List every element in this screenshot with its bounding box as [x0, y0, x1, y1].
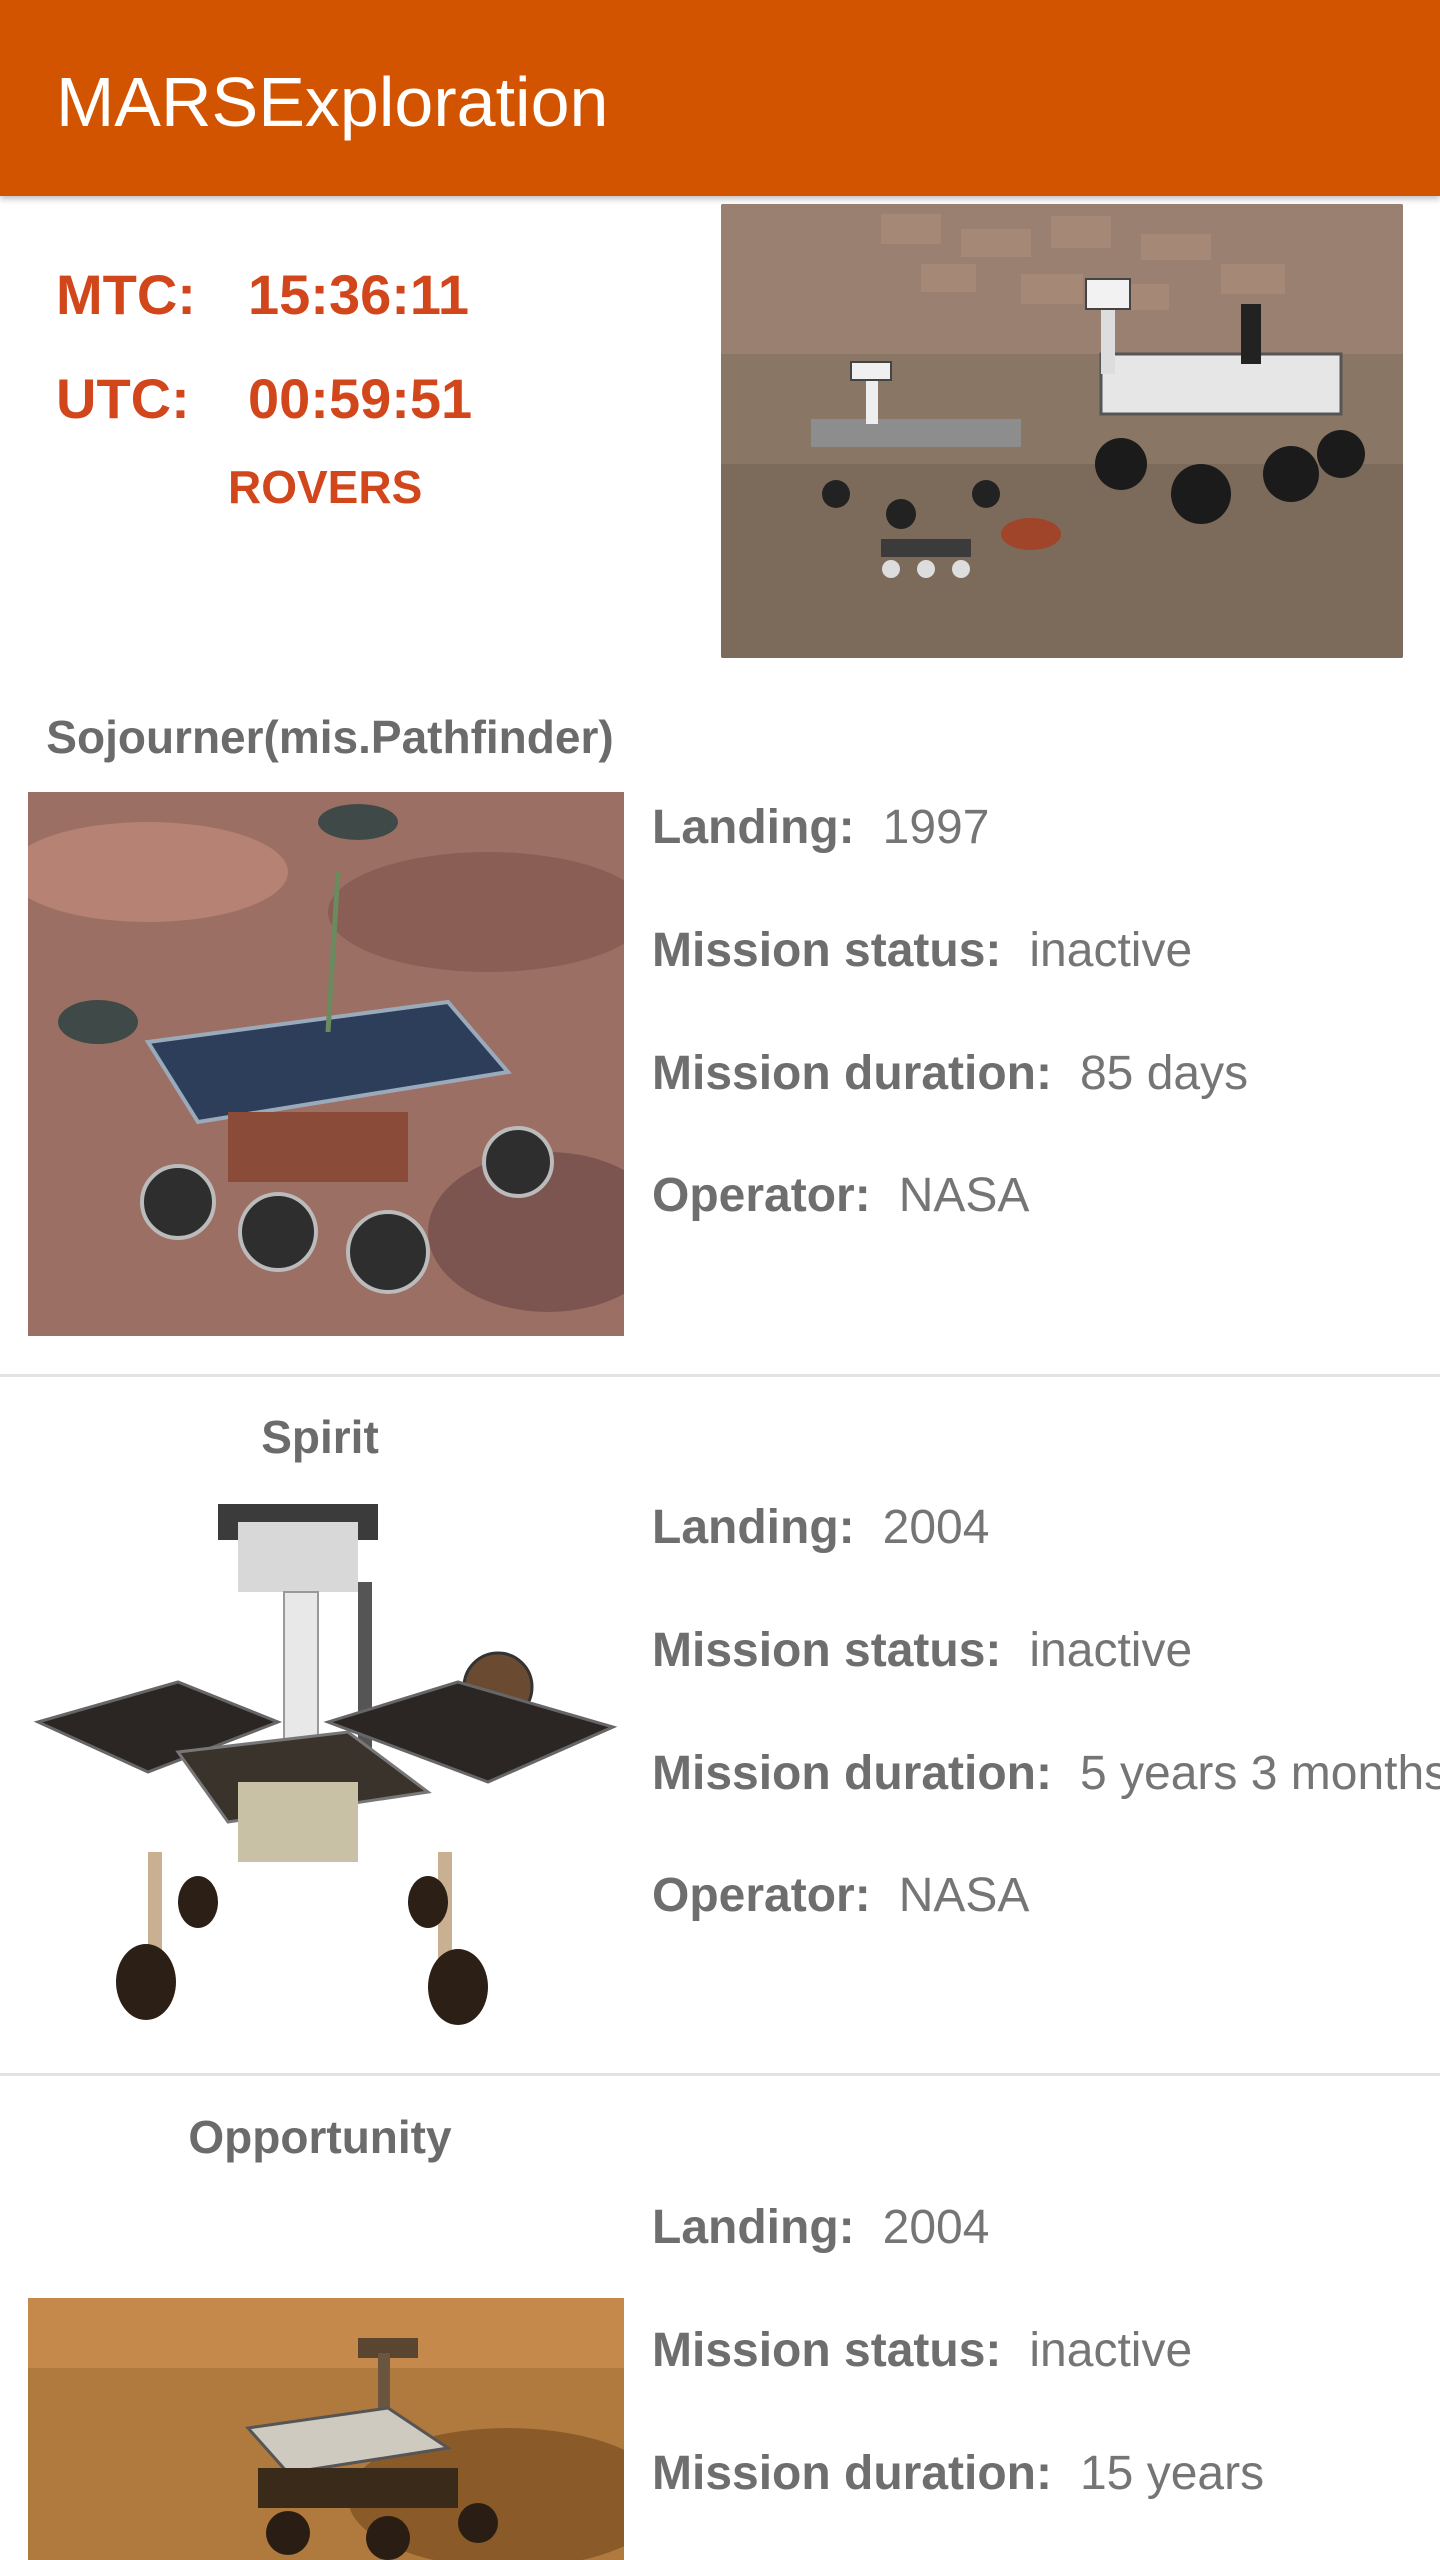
sojourner-status: Mission status: inactive	[652, 924, 1193, 977]
divider	[0, 2073, 1440, 2076]
opportunity-landing: Landing: 2004	[652, 2201, 990, 2254]
sojourner-duration: Mission duration: 85 days	[652, 1047, 1249, 1100]
opportunity-duration: Mission duration: 15 years	[652, 2447, 1265, 2500]
opportunity-photo	[28, 2298, 624, 2560]
sojourner-landing: Landing: 1997	[652, 801, 990, 854]
spirit-landing: Landing: 2004	[652, 1501, 990, 1554]
app-title: MARSExploration	[56, 63, 609, 141]
utc-label: UTC:	[56, 367, 190, 430]
sojourner-photo	[28, 792, 624, 1336]
opportunity-status: Mission status: inactive	[652, 2324, 1193, 2377]
divider	[0, 1374, 1440, 1377]
rovers-section-label: ROVERS	[228, 461, 423, 513]
spirit-photo	[28, 1492, 624, 2032]
spirit-duration: Mission duration: 5 years 3 months	[652, 1747, 1440, 1800]
mtc-label: MTC:	[56, 263, 196, 326]
rovers-hero-image	[721, 204, 1403, 658]
spirit-operator: Operator: NASA	[652, 1869, 1030, 1922]
app-bar: MARSExploration	[0, 0, 1440, 196]
spirit-status: Mission status: inactive	[652, 1624, 1193, 1677]
rover-name-spirit: Spirit	[261, 1411, 379, 1463]
mtc-value: 15:36:11	[248, 263, 470, 326]
utc-value: 00:59:51	[248, 367, 473, 430]
rover-name-sojourner: Sojourner(mis.Pathfinder)	[46, 711, 614, 763]
sojourner-operator: Operator: NASA	[652, 1169, 1030, 1222]
rover-name-opportunity: Opportunity	[188, 2111, 452, 2163]
